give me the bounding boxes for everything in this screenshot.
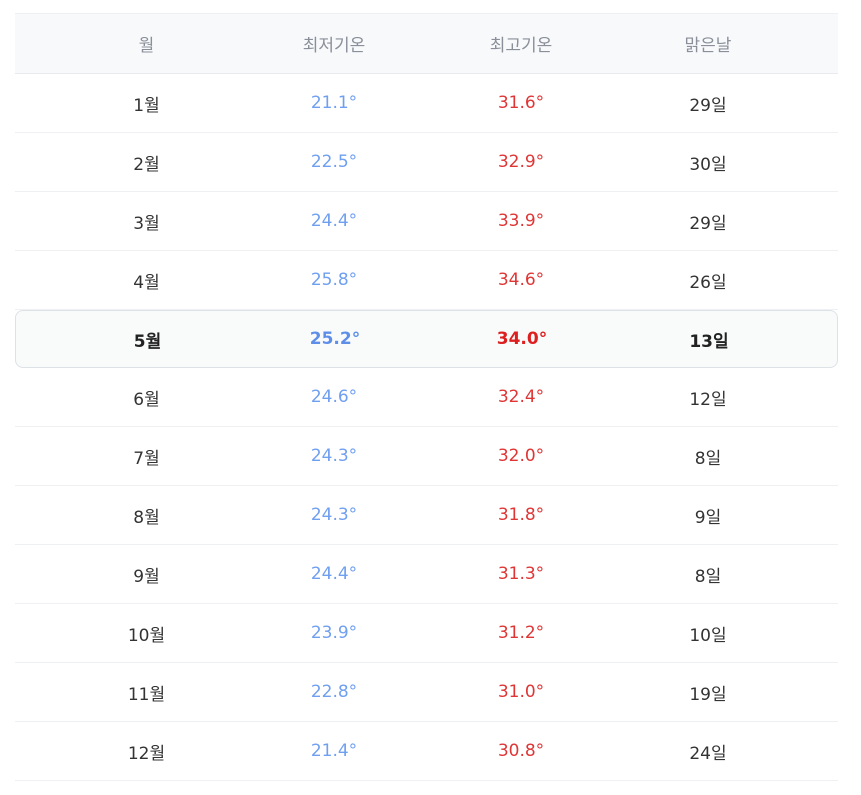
- month-cell: 10월: [127, 625, 166, 646]
- table-row: 10월 23.9° 31.2° 10일: [15, 604, 838, 663]
- month-cell: 1월: [133, 95, 160, 116]
- sunny-days-cell: 13일: [689, 331, 729, 352]
- sunny-days-cell: 29일: [689, 213, 727, 234]
- header-sunny-days: 맑은날: [684, 36, 732, 56]
- low-temp-cell: 24.3°: [310, 505, 358, 525]
- high-temp-cell: 33.9°: [497, 211, 545, 231]
- high-temp-cell: 34.6°: [497, 270, 545, 290]
- high-temp-cell: 31.3°: [497, 564, 545, 584]
- table-row: 8월 24.3° 31.8° 9일: [15, 486, 838, 545]
- low-temp-cell: 25.8°: [310, 270, 358, 290]
- high-temp-cell: 32.0°: [497, 446, 545, 466]
- sunny-days-cell: 24일: [689, 743, 727, 764]
- month-cell: 6월: [133, 389, 160, 410]
- sunny-days-cell: 9일: [694, 507, 722, 528]
- low-temp-cell: 24.4°: [310, 211, 358, 231]
- low-temp-cell: 24.3°: [310, 446, 358, 466]
- month-cell: 4월: [133, 272, 160, 293]
- sunny-days-cell: 30일: [689, 154, 727, 175]
- month-cell: 2월: [133, 154, 160, 175]
- table-row: 2월 22.5° 32.9° 30일: [15, 133, 838, 192]
- high-temp-cell: 34.0°: [496, 329, 548, 349]
- sunny-days-cell: 12일: [689, 389, 727, 410]
- month-cell: 11월: [127, 684, 166, 705]
- table-row: 1월 21.1° 31.6° 29일: [15, 74, 838, 133]
- table-row: 7월 24.3° 32.0° 8일: [15, 427, 838, 486]
- high-temp-cell: 31.2°: [497, 623, 545, 643]
- sunny-days-cell: 19일: [689, 684, 727, 705]
- low-temp-cell: 25.2°: [309, 329, 361, 349]
- sunny-days-cell: 29일: [689, 95, 727, 116]
- high-temp-cell: 32.9°: [497, 152, 545, 172]
- month-cell: 5월: [133, 331, 162, 352]
- sunny-days-cell: 8일: [694, 448, 722, 469]
- month-cell: 8월: [133, 507, 160, 528]
- sunny-days-cell: 26일: [689, 272, 727, 293]
- table-row: 11월 22.8° 31.0° 19일: [15, 663, 838, 722]
- sunny-days-cell: 8일: [694, 566, 722, 587]
- header-high-temp: 최고기온: [489, 36, 553, 56]
- month-cell: 12월: [127, 743, 166, 764]
- month-cell: 9월: [133, 566, 160, 587]
- month-cell: 3월: [133, 213, 160, 234]
- low-temp-cell: 24.4°: [310, 564, 358, 584]
- table-row: 6월 24.6° 32.4° 12일: [15, 368, 838, 427]
- low-temp-cell: 21.4°: [310, 741, 358, 761]
- low-temp-cell: 22.5°: [310, 152, 358, 172]
- low-temp-cell: 22.8°: [310, 682, 358, 702]
- monthly-climate-table: 월 최저기온 최고기온 맑은날 1월 21.1° 31.6° 29일 2월 22…: [15, 13, 838, 781]
- sunny-days-cell: 10일: [689, 625, 727, 646]
- table-row: 3월 24.4° 33.9° 29일: [15, 192, 838, 251]
- table-row: 12월 21.4° 30.8° 24일: [15, 722, 838, 781]
- high-temp-cell: 31.8°: [497, 505, 545, 525]
- high-temp-cell: 32.4°: [497, 387, 545, 407]
- low-temp-cell: 23.9°: [310, 623, 358, 643]
- table-header: 월 최저기온 최고기온 맑은날: [15, 13, 838, 74]
- header-low-temp: 최저기온: [302, 36, 366, 56]
- table-row: 4월 25.8° 34.6° 26일: [15, 251, 838, 310]
- low-temp-cell: 24.6°: [310, 387, 358, 407]
- low-temp-cell: 21.1°: [310, 93, 358, 113]
- table-row: 9월 24.4° 31.3° 8일: [15, 545, 838, 604]
- table-row-highlighted: 5월 25.2° 34.0° 13일: [15, 310, 838, 368]
- high-temp-cell: 31.6°: [497, 93, 545, 113]
- high-temp-cell: 30.8°: [497, 741, 545, 761]
- month-cell: 7월: [133, 448, 160, 469]
- high-temp-cell: 31.0°: [497, 682, 545, 702]
- header-month: 월: [138, 36, 155, 56]
